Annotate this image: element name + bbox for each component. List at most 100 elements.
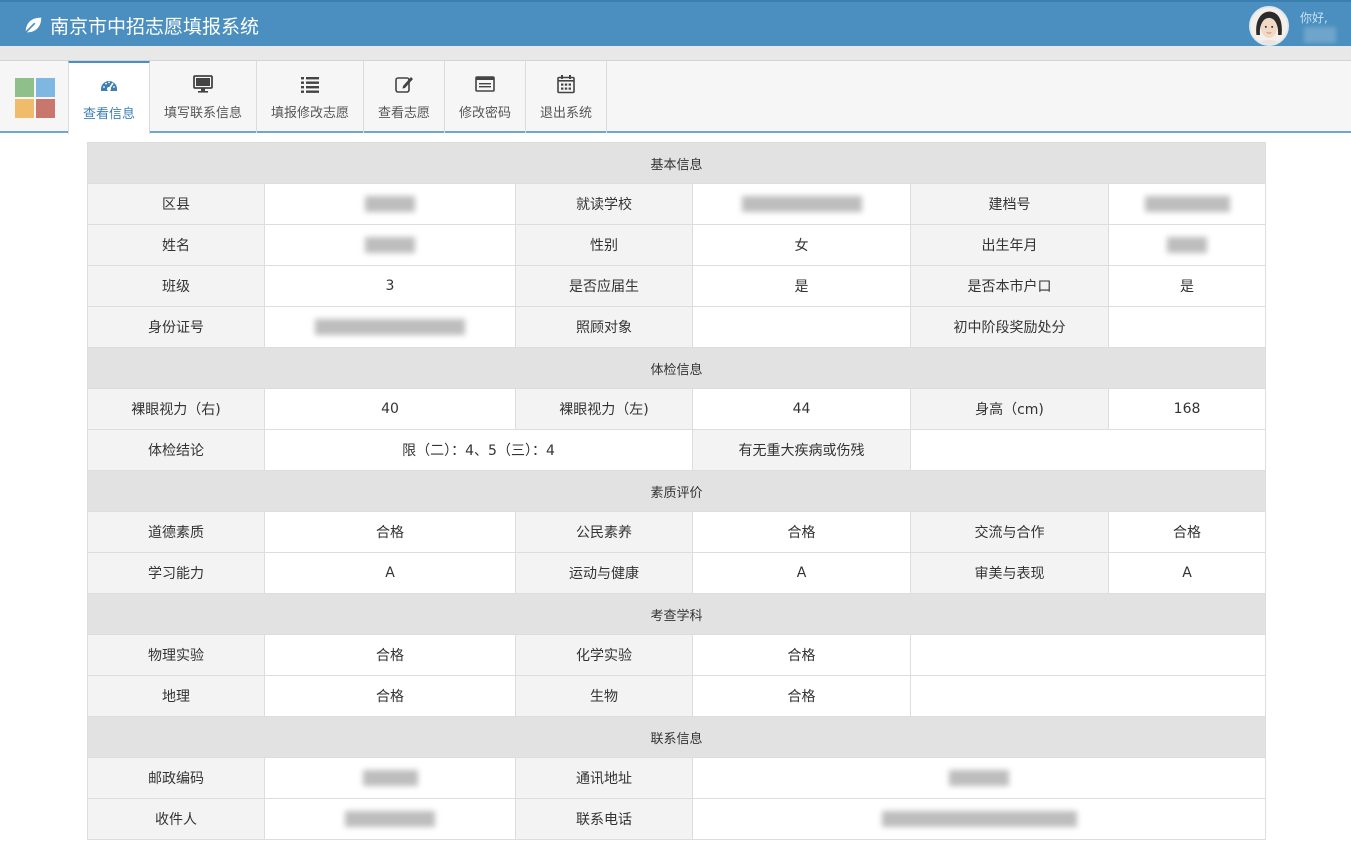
section-title: 素质评价 xyxy=(86,470,1267,512)
moral-value: 合格 xyxy=(264,511,516,553)
award-value xyxy=(1107,306,1267,348)
field-label: 初中阶段奖励处分 xyxy=(910,306,1109,348)
recipient-value-redacted xyxy=(264,798,516,840)
main-nav: 查看信息 填写联系信息 填报修改志愿 查看志愿 修改密码 退出系统 xyxy=(0,61,1351,134)
care-value xyxy=(692,306,911,348)
monitor-icon xyxy=(193,74,213,93)
list-icon xyxy=(301,76,319,93)
tab-fill-contact[interactable]: 填写联系信息 xyxy=(150,61,257,133)
section-title: 体检信息 xyxy=(86,347,1267,389)
phone-value-redacted xyxy=(691,798,1267,840)
tab-edit-choices[interactable]: 填报修改志愿 xyxy=(257,61,364,133)
app-brand[interactable]: 南京市中招志愿填报系统 xyxy=(22,11,259,39)
edit-icon xyxy=(395,76,413,93)
geography-value: 合格 xyxy=(264,675,516,717)
current-grad-value: 是 xyxy=(692,265,911,307)
conclusion-value: 限（二）：4、5（三）：4 xyxy=(264,429,693,471)
field-label: 地理 xyxy=(87,675,265,717)
leaf-icon xyxy=(24,17,42,34)
greeting-text: 你好, xyxy=(1300,11,1328,25)
physics-lab-value: 合格 xyxy=(264,634,516,676)
section-header-subjects: 考查学科 xyxy=(86,593,1267,635)
tab-view-info[interactable]: 查看信息 xyxy=(68,61,150,134)
tab-label: 退出系统 xyxy=(539,105,592,121)
field-label: 通讯地址 xyxy=(515,757,693,799)
user-avatar-icon xyxy=(1251,8,1287,44)
tab-label: 修改密码 xyxy=(458,105,511,121)
apps-logo-icon[interactable] xyxy=(15,78,55,118)
table-row: 裸眼视力（右) 40 裸眼视力（左) 44 身高（cm) 168 xyxy=(87,388,1267,430)
field-label: 裸眼视力（右) xyxy=(87,388,265,430)
table-row: 收件人 联系电话 xyxy=(87,798,1267,840)
avatar[interactable] xyxy=(1249,6,1289,46)
field-label: 区县 xyxy=(87,183,265,225)
empty-cell xyxy=(909,634,1267,676)
field-label: 体检结论 xyxy=(87,429,265,471)
file-no-value-redacted xyxy=(1107,183,1267,225)
tab-logout[interactable]: 退出系统 xyxy=(526,61,607,133)
field-label: 收件人 xyxy=(87,798,265,840)
sports-value: A xyxy=(692,552,911,594)
section-title: 考查学科 xyxy=(86,593,1267,635)
aesthetic-value: A xyxy=(1107,552,1267,594)
tab-view-choices[interactable]: 查看志愿 xyxy=(364,61,445,133)
disease-value xyxy=(909,429,1267,471)
table-row: 学习能力 A 运动与健康 A 审美与表现 A xyxy=(87,552,1267,594)
app-title: 南京市中招志愿填报系统 xyxy=(50,15,260,38)
gender-value: 女 xyxy=(692,224,911,266)
vision-left-value: 44 xyxy=(692,388,911,430)
biology-value: 合格 xyxy=(692,675,911,717)
chem-lab-value: 合格 xyxy=(692,634,911,676)
school-value-redacted xyxy=(692,183,911,225)
dashboard-icon xyxy=(101,81,117,91)
section-header-physical: 体检信息 xyxy=(86,347,1267,389)
field-label: 审美与表现 xyxy=(910,552,1109,594)
tab-change-password[interactable]: 修改密码 xyxy=(445,61,526,133)
section-header-quality: 素质评价 xyxy=(86,470,1267,512)
table-row: 道德素质 合格 公民素养 合格 交流与合作 合格 xyxy=(87,511,1267,553)
field-label: 有无重大疾病或伤残 xyxy=(692,429,911,471)
section-header-basic: 基本信息 xyxy=(86,142,1267,184)
height-value: 168 xyxy=(1107,388,1267,430)
table-row: 区县 就读学校 建档号 xyxy=(87,183,1267,225)
field-label: 身份证号 xyxy=(87,306,265,348)
field-label: 是否应届生 xyxy=(515,265,693,307)
field-label: 道德素质 xyxy=(87,511,265,553)
section-title: 基本信息 xyxy=(86,142,1267,184)
section-header-contact: 联系信息 xyxy=(86,716,1267,758)
address-value-redacted xyxy=(691,757,1267,799)
field-label: 是否本市户口 xyxy=(910,265,1109,307)
field-label: 生物 xyxy=(515,675,693,717)
tab-label: 填报修改志愿 xyxy=(270,105,349,121)
field-label: 公民素养 xyxy=(515,511,693,553)
field-label: 照顾对象 xyxy=(515,306,693,348)
field-label: 建档号 xyxy=(910,183,1109,225)
field-label: 姓名 xyxy=(87,224,265,266)
username-redacted xyxy=(1304,27,1336,43)
learning-value: A xyxy=(264,552,516,594)
field-label: 学习能力 xyxy=(87,552,265,594)
tab-label: 填写联系信息 xyxy=(163,105,242,121)
field-label: 邮政编码 xyxy=(87,757,265,799)
table-row: 物理实验 合格 化学实验 合格 xyxy=(87,634,1267,676)
section-title: 联系信息 xyxy=(86,716,1267,758)
table-row: 邮政编码 通讯地址 xyxy=(87,757,1267,799)
tab-label: 查看信息 xyxy=(82,107,135,122)
header-divider xyxy=(0,46,1351,61)
field-label: 交流与合作 xyxy=(910,511,1109,553)
field-label: 身高（cm) xyxy=(910,388,1109,430)
table-row: 地理 合格 生物 合格 xyxy=(87,675,1267,717)
id-value-redacted xyxy=(264,306,516,348)
birth-value-redacted xyxy=(1107,224,1267,266)
field-label: 就读学校 xyxy=(515,183,693,225)
class-value: 3 xyxy=(264,265,516,307)
civic-value: 合格 xyxy=(692,511,911,553)
name-value-redacted xyxy=(264,224,516,266)
tab-label: 查看志愿 xyxy=(377,105,430,121)
postcode-value-redacted xyxy=(264,757,516,799)
window-icon xyxy=(475,75,495,92)
field-label: 性别 xyxy=(515,224,693,266)
empty-cell xyxy=(909,675,1267,717)
field-label: 班级 xyxy=(87,265,265,307)
top-header: 南京市中招志愿填报系统 你好, xyxy=(0,0,1351,46)
